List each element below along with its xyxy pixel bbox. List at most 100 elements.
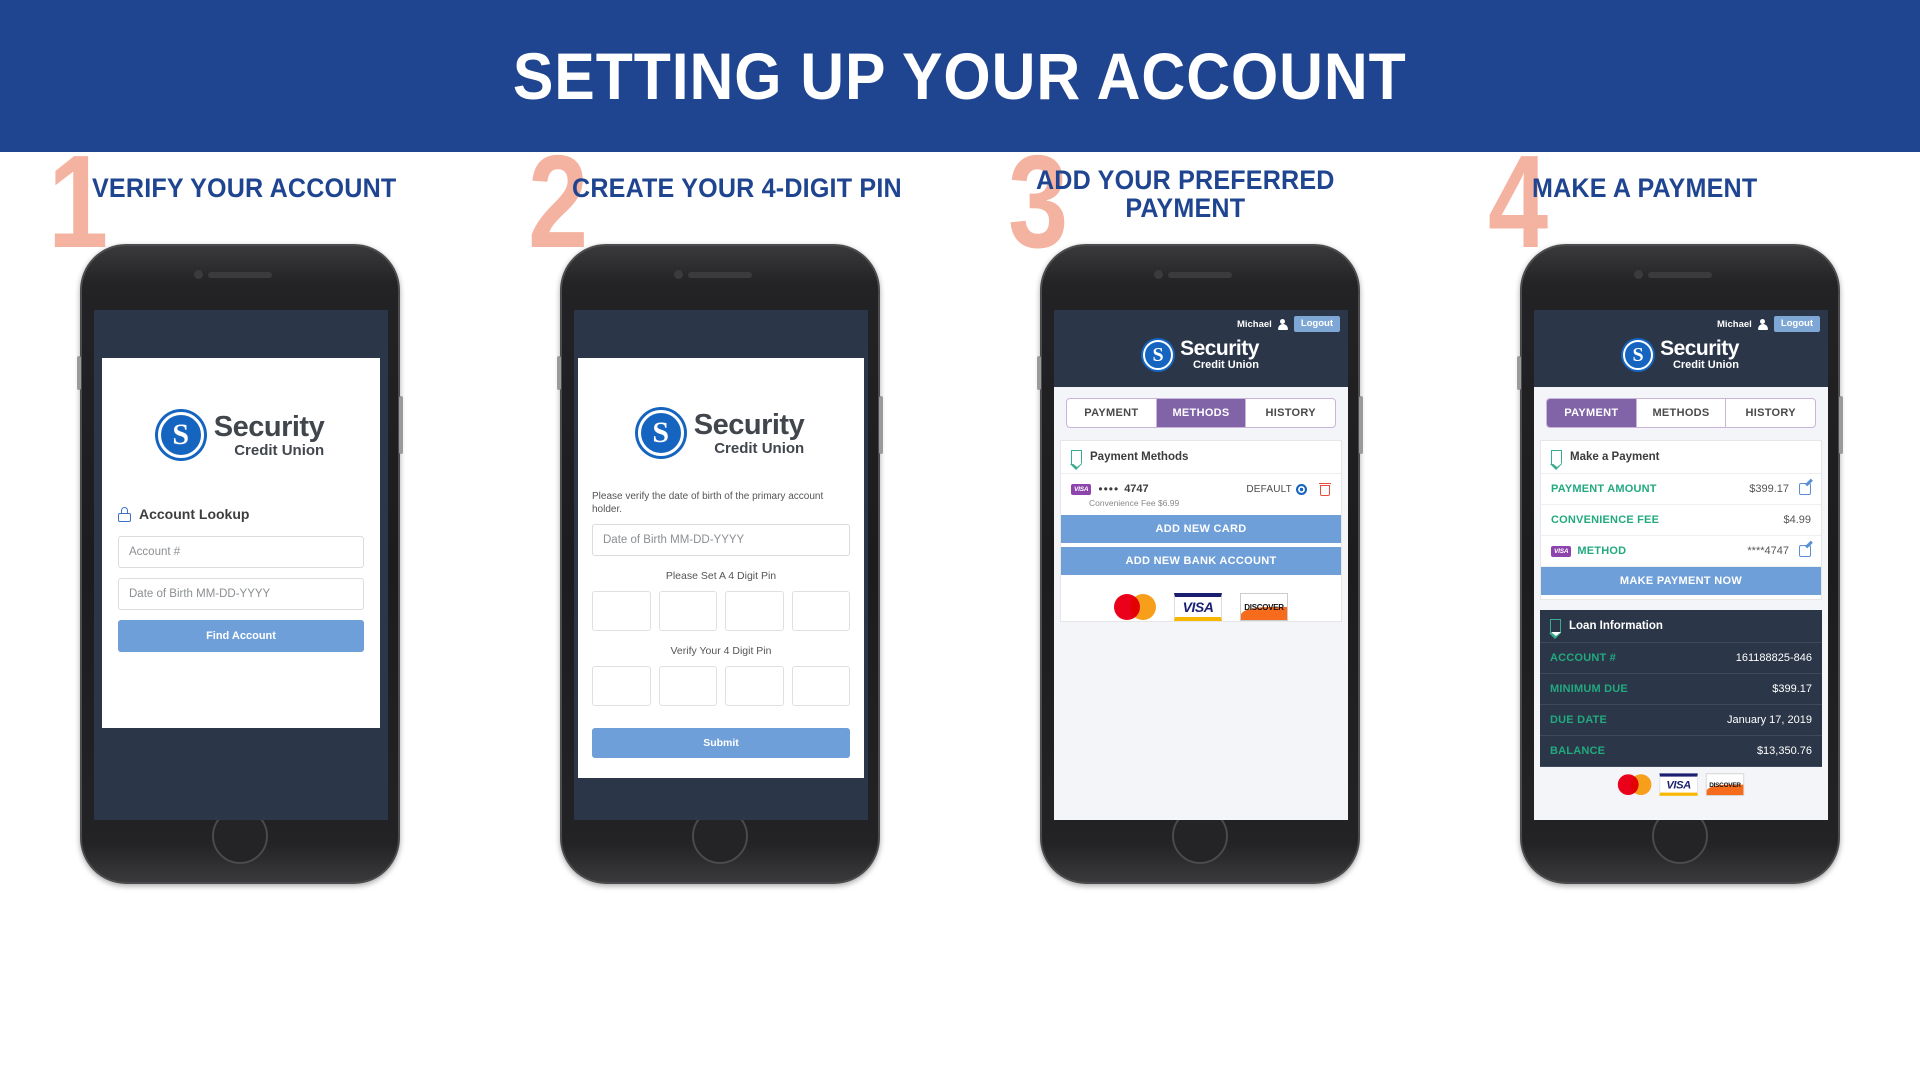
- edit-icon[interactable]: [1799, 483, 1811, 495]
- phone-mockup-1: S Security Credit Union Account Lookup A…: [77, 244, 403, 884]
- make-payment-now-button[interactable]: MAKE PAYMENT NOW: [1541, 567, 1821, 595]
- default-label: DEFAULT: [1246, 483, 1292, 495]
- pin-digit-input[interactable]: [658, 591, 717, 631]
- tab-payment[interactable]: PAYMENT: [1067, 399, 1157, 427]
- security-logo-icon: S: [1143, 339, 1174, 370]
- pin-verify-digit-input[interactable]: [725, 666, 784, 706]
- bookmark-icon: [1550, 450, 1563, 470]
- pin-verify-digit-input[interactable]: [791, 666, 850, 706]
- accepted-cards-row: VISA DISCOVER: [1061, 579, 1341, 621]
- phone-speaker: [208, 272, 272, 278]
- person-icon: [1277, 318, 1288, 330]
- verify-pin-boxes: [592, 666, 850, 706]
- payment-method-row[interactable]: VISA •••• 4747 DEFAULT: [1061, 474, 1341, 498]
- brand-name-line1: Security: [1660, 337, 1739, 360]
- card-mask: ••••: [1098, 482, 1120, 496]
- account-number-input[interactable]: Account #: [118, 536, 364, 568]
- discover-logo-text: DISCOVER: [1244, 602, 1284, 612]
- step-1: 1 VERIFY YOUR ACCOUNT S Security Credit …: [0, 136, 480, 1080]
- add-new-card-button[interactable]: ADD NEW CARD: [1061, 515, 1341, 543]
- method-row: VISA METHOD ****4747: [1541, 536, 1821, 567]
- tab-payment[interactable]: PAYMENT: [1547, 399, 1637, 427]
- app-header: Michael Logout S Security Credit Union: [1054, 310, 1348, 387]
- loan-due-date-label: DUE DATE: [1550, 714, 1608, 726]
- tab-methods[interactable]: METHODS: [1156, 399, 1247, 427]
- convenience-fee-row: CONVENIENCE FEE $4.99: [1541, 505, 1821, 536]
- payment-methods-panel: Payment Methods VISA •••• 4747 DEFAULT C…: [1060, 440, 1342, 622]
- submit-button[interactable]: Submit: [592, 728, 850, 758]
- account-lookup-card: S Security Credit Union Account Lookup A…: [102, 358, 380, 728]
- method-label: METHOD: [1577, 545, 1627, 557]
- pin-verify-digit-input[interactable]: [658, 666, 717, 706]
- loan-balance-row: BALANCE $13,350.76: [1540, 736, 1822, 767]
- loan-minimum-due-row: MINIMUM DUE $399.17: [1540, 674, 1822, 705]
- brand-logo: S Security Credit Union: [1542, 338, 1820, 371]
- phone-speaker: [688, 272, 752, 278]
- payment-methods-heading: Payment Methods: [1061, 441, 1341, 474]
- add-new-bank-account-button[interactable]: ADD NEW BANK ACCOUNT: [1061, 547, 1341, 575]
- tab-methods[interactable]: METHODS: [1637, 399, 1727, 427]
- accepted-cards-row: VISA DISCOVER: [1563, 767, 1798, 796]
- create-pin-card: S Security Credit Union Please verify th…: [578, 358, 864, 778]
- visa-logo-icon: VISA: [1659, 773, 1698, 796]
- tab-bar: PAYMENT METHODS HISTORY: [1066, 398, 1336, 428]
- app-header: Michael Logout S Security Credit Union: [1534, 310, 1828, 387]
- brand-logo: S Security Credit Union: [592, 410, 850, 456]
- screen-create-pin: S Security Credit Union Please verify th…: [574, 310, 868, 820]
- payment-amount-label: PAYMENT AMOUNT: [1551, 483, 1657, 495]
- trash-icon[interactable]: [1319, 482, 1331, 496]
- account-lookup-label: Account Lookup: [139, 506, 250, 522]
- edit-icon[interactable]: [1799, 545, 1811, 557]
- default-radio[interactable]: [1296, 483, 1307, 495]
- payment-amount-value: $399.17: [1749, 483, 1789, 495]
- brand-name-line2: Credit Union: [1192, 359, 1259, 371]
- pin-digit-input[interactable]: [725, 591, 784, 631]
- app-topbar: [574, 310, 868, 358]
- set-pin-boxes: [592, 591, 850, 631]
- pin-verify-digit-input[interactable]: [592, 666, 651, 706]
- user-name-label: Michael: [1716, 318, 1752, 330]
- phone-camera: [1634, 270, 1643, 279]
- phone-mockup-4: Michael Logout S Security Credit Union P…: [1517, 244, 1843, 884]
- step-4: 4 MAKE A PAYMENT Michael Logout S Securi…: [1440, 136, 1920, 1080]
- make-payment-heading: Make a Payment: [1541, 441, 1821, 474]
- loan-minimum-due-label: MINIMUM DUE: [1550, 683, 1628, 695]
- step-4-title: MAKE A PAYMENT: [1532, 173, 1758, 203]
- page-title: SETTING UP YOUR ACCOUNT: [513, 39, 1407, 113]
- visa-logo-icon: VISA: [1174, 593, 1222, 621]
- brand-name-line2: Credit Union: [714, 439, 805, 457]
- step-3: 3 ADD YOUR PREFERRED PAYMENT Michael Log…: [960, 136, 1440, 1080]
- date-of-birth-input[interactable]: Date of Birth MM-DD-YYYY: [118, 578, 364, 610]
- find-account-button[interactable]: Find Account: [118, 620, 364, 652]
- pin-digit-input[interactable]: [592, 591, 651, 631]
- lock-icon: [118, 506, 131, 522]
- logout-button[interactable]: Logout: [1773, 316, 1820, 332]
- convenience-fee-note: Convenience Fee $6.99: [1089, 498, 1180, 508]
- security-logo-icon: S: [157, 412, 204, 458]
- payment-methods-title: Payment Methods: [1090, 451, 1189, 463]
- loan-balance-value: $13,350.76: [1756, 745, 1812, 757]
- verify-pin-label: Verify Your 4 Digit Pin: [670, 645, 772, 657]
- loan-information-title: Loan Information: [1569, 620, 1663, 632]
- visa-brand-icon: VISA: [1551, 545, 1572, 557]
- method-value: ****4747: [1747, 545, 1789, 557]
- tab-history[interactable]: HISTORY: [1726, 399, 1815, 427]
- tab-history[interactable]: HISTORY: [1246, 399, 1335, 427]
- step-1-title: VERIFY YOUR ACCOUNT: [92, 173, 397, 203]
- loan-account-row: ACCOUNT # 161188825-846: [1540, 643, 1822, 674]
- phone-mockup-3: Michael Logout S Security Credit Union P…: [1037, 244, 1363, 884]
- screen-payment-methods: Michael Logout S Security Credit Union P…: [1054, 310, 1348, 820]
- make-payment-panel: Make a Payment PAYMENT AMOUNT $399.17 CO…: [1540, 440, 1822, 600]
- phone-speaker: [1168, 272, 1232, 278]
- phone-camera: [1154, 270, 1163, 279]
- step-3-title: ADD YOUR PREFERRED PAYMENT: [1035, 165, 1335, 224]
- mastercard-logo-icon: [1617, 774, 1652, 795]
- security-logo-icon: S: [1623, 339, 1654, 370]
- pin-digit-input[interactable]: [791, 591, 850, 631]
- logout-button[interactable]: Logout: [1293, 316, 1340, 332]
- brand-name-line1: Security: [213, 410, 325, 443]
- convenience-fee-value: $4.99: [1783, 514, 1811, 526]
- dob-verify-input[interactable]: Date of Birth MM-DD-YYYY: [592, 524, 850, 556]
- user-bar: Michael Logout: [1542, 316, 1820, 332]
- step-2: 2 CREATE YOUR 4-DIGIT PIN S Security Cre…: [480, 136, 960, 1080]
